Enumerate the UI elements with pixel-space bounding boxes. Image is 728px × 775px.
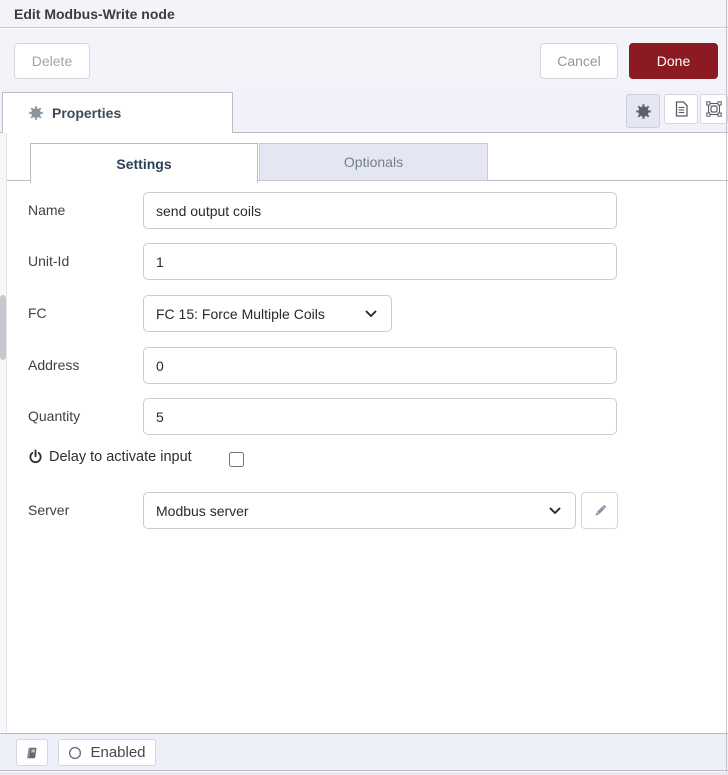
editor-tab-bar: Properties — [0, 90, 728, 133]
description-pane-button[interactable] — [664, 94, 698, 124]
enabled-label: Enabled — [90, 744, 146, 761]
unit-id-label: Unit-Id — [28, 253, 70, 269]
delay-label: Delay to activate input — [49, 449, 192, 465]
address-input[interactable] — [143, 347, 617, 384]
appearance-pane-button[interactable] — [700, 94, 728, 124]
document-icon — [674, 101, 689, 117]
power-icon — [28, 449, 43, 465]
gear-icon — [29, 106, 43, 120]
properties-pane-button[interactable] — [626, 94, 660, 128]
book-icon — [25, 746, 39, 760]
dialog-header: Edit Modbus-Write node — [0, 0, 728, 28]
edit-server-button[interactable] — [581, 492, 618, 529]
fc-select-value: FC 15: Force Multiple Coils — [156, 305, 325, 322]
pencil-icon — [592, 503, 608, 519]
circle-icon — [68, 746, 82, 760]
dialog-toolbar: Delete Cancel Done — [0, 29, 728, 90]
tab-settings-label: Settings — [116, 155, 172, 172]
cancel-button[interactable]: Cancel — [540, 43, 618, 79]
tab-properties[interactable]: Properties — [2, 92, 233, 133]
chevron-down-icon — [365, 310, 377, 318]
delete-button[interactable]: Delete — [14, 43, 90, 79]
quantity-input[interactable] — [143, 398, 617, 435]
server-select[interactable]: Modbus server — [143, 492, 576, 529]
done-button[interactable]: Done — [629, 43, 718, 79]
name-input[interactable] — [143, 192, 617, 229]
unit-id-input[interactable] — [143, 243, 617, 280]
tab-properties-label: Properties — [52, 105, 122, 121]
name-label: Name — [28, 202, 66, 218]
fc-label: FC — [28, 305, 47, 321]
enabled-toggle-button[interactable]: Enabled — [58, 739, 156, 766]
tab-optionals-label: Optionals — [343, 154, 404, 170]
chevron-down-icon — [549, 507, 561, 515]
tab-settings[interactable]: Settings — [30, 143, 258, 183]
server-label: Server — [28, 502, 70, 518]
form-tab-bar: Settings Optionals — [0, 133, 728, 183]
appearance-icon — [706, 101, 722, 117]
address-label: Address — [28, 357, 80, 373]
delay-checkbox[interactable] — [229, 452, 244, 467]
library-button[interactable] — [16, 739, 48, 766]
fc-select[interactable]: FC 15: Force Multiple Coils — [143, 295, 392, 332]
dialog-footer: Enabled — [0, 733, 728, 771]
server-select-value: Modbus server — [156, 502, 249, 519]
gear-icon — [635, 103, 651, 119]
quantity-label: Quantity — [28, 408, 81, 424]
form-scrollbar-thumb[interactable] — [0, 295, 6, 360]
edit-node-dialog: Edit Modbus-Write node Delete Cancel Don… — [0, 0, 728, 775]
dialog-right-border — [726, 0, 727, 772]
delay-row: Delay to activate input — [28, 449, 192, 465]
tab-optionals[interactable]: Optionals — [259, 143, 488, 181]
form-scrollbar-track[interactable] — [0, 133, 7, 732]
dialog-title: Edit Modbus-Write node — [14, 6, 175, 22]
